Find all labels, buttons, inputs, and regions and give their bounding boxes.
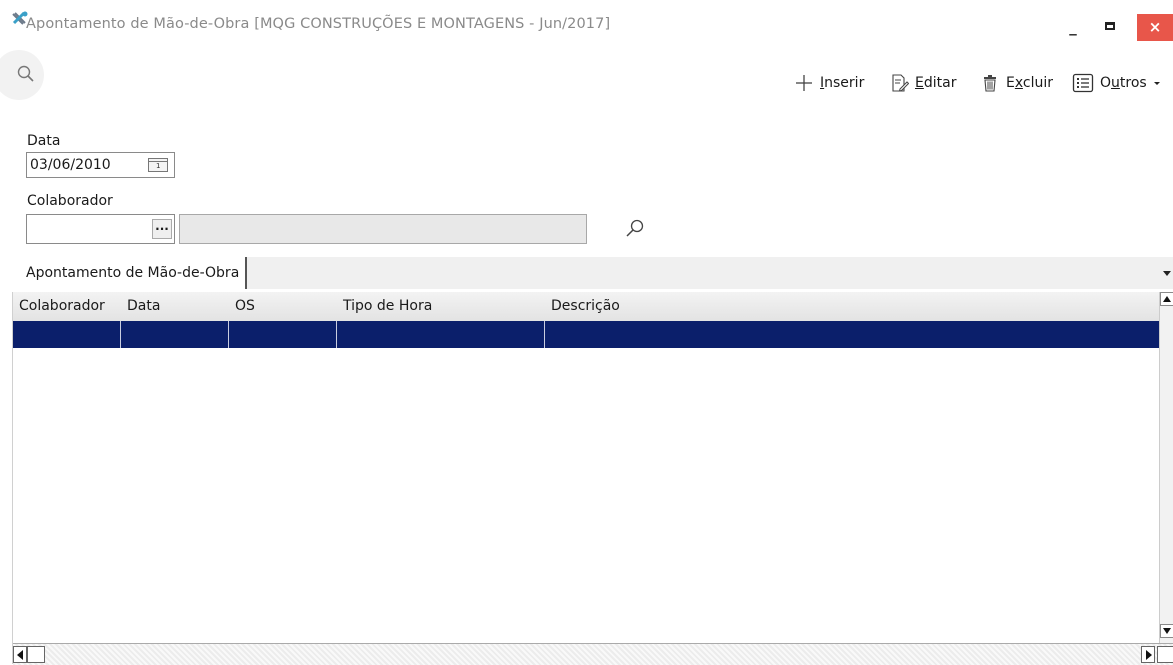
vertical-scrollbar[interactable]: [1159, 292, 1173, 643]
close-button[interactable]: ×: [1137, 14, 1173, 41]
search-icon: [17, 65, 34, 82]
data-date-input[interactable]: 03/06/2010 1: [26, 152, 175, 178]
colaborador-label: Colaborador: [27, 193, 113, 209]
minimize-button[interactable]: _: [1058, 14, 1088, 40]
edit-icon: [892, 74, 909, 92]
grid-body: [13, 348, 1159, 643]
data-label: Data: [27, 133, 61, 149]
arrow-left-icon: [17, 650, 23, 660]
cell-tipo-de-hora[interactable]: [337, 321, 545, 348]
colaborador-code-input[interactable]: ...: [26, 214, 175, 244]
column-header-colaborador[interactable]: Colaborador: [13, 292, 121, 321]
maximize-icon: [1105, 22, 1115, 30]
colaborador-search-icon[interactable]: [624, 218, 646, 240]
cell-descricao[interactable]: [545, 321, 1159, 348]
arrow-up-icon: [1163, 296, 1171, 302]
maximize-button[interactable]: [1096, 14, 1126, 40]
chevron-down-icon: [1153, 82, 1160, 85]
editar-button[interactable]: Editar: [889, 68, 956, 98]
editar-label: Editar: [915, 75, 957, 91]
outros-label: Outros: [1100, 75, 1147, 91]
trash-icon: [984, 75, 996, 92]
scroll-left-button[interactable]: [13, 646, 27, 663]
arrow-right-icon: [1146, 650, 1152, 660]
inserir-button[interactable]: Inserir: [794, 68, 864, 98]
outros-button[interactable]: Outros: [1072, 68, 1163, 98]
apontamento-grid[interactable]: Colaborador Data OS Tipo de Hora Descriç…: [12, 292, 1173, 665]
excluir-label: Excluir: [1006, 75, 1054, 91]
calendar-icon[interactable]: 1: [148, 158, 168, 172]
column-header-tipo-de-hora[interactable]: Tipo de Hora: [337, 292, 545, 321]
colaborador-name-field: [179, 214, 587, 244]
cell-os[interactable]: [229, 321, 337, 348]
title-bar: Apontamento de Mão-de-Obra [MQG CONSTRUÇ…: [0, 0, 1173, 46]
tab-apontamento[interactable]: Apontamento de Mão-de-Obra: [12, 257, 248, 289]
table-row-selected[interactable]: [13, 321, 1159, 348]
scroll-up-button[interactable]: [1160, 292, 1173, 306]
plus-icon: [796, 75, 812, 91]
window-title: Apontamento de Mão-de-Obra [MQG CONSTRUÇ…: [26, 16, 611, 32]
cell-colaborador[interactable]: [13, 321, 121, 348]
tab-strip: Apontamento de Mão-de-Obra: [12, 257, 1173, 289]
column-header-descricao[interactable]: Descrição: [545, 292, 1159, 321]
list-icon: [1072, 73, 1094, 93]
scroll-down-button[interactable]: [1160, 624, 1173, 638]
horizontal-scroll-thumb[interactable]: [27, 646, 45, 663]
search-toggle-button[interactable]: [0, 50, 44, 100]
data-value: 03/06/2010: [30, 157, 111, 173]
grid-header: Colaborador Data OS Tipo de Hora Descriç…: [13, 292, 1159, 322]
arrow-down-icon: [1163, 628, 1171, 634]
column-header-data[interactable]: Data: [121, 292, 229, 321]
tabs-menu-icon[interactable]: [1163, 271, 1171, 276]
cell-data[interactable]: [121, 321, 229, 348]
colaborador-lookup-button[interactable]: ...: [152, 219, 172, 239]
inserir-label: Inserir: [820, 75, 865, 91]
column-header-os[interactable]: OS: [229, 292, 337, 321]
scroll-corner: [1157, 646, 1173, 663]
scroll-right-button[interactable]: [1141, 646, 1155, 663]
horizontal-scrollbar[interactable]: [13, 643, 1173, 665]
excluir-button[interactable]: Excluir: [980, 68, 1053, 98]
